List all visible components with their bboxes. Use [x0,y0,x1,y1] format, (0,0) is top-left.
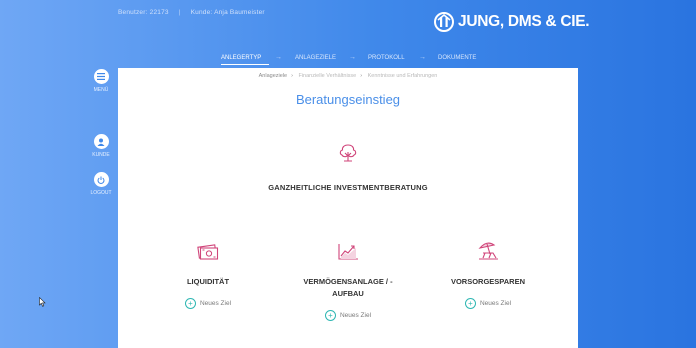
breadcrumb-item[interactable]: Kenntnisse und Erfahrungen [368,73,438,79]
plus-circle-icon: + [324,310,336,321]
menu-label: MENÜ [93,87,109,93]
card-vermoegensanlage[interactable]: VERMÖGENSANLAGE / - AUFBAU + Neues Ziel [273,236,423,321]
step-label: DOKUMENTE [438,55,477,61]
card-label: VORSORGESPAREN [450,277,526,286]
customer-button[interactable]: KUNDE [88,134,114,158]
plus-circle-icon: + [184,298,196,309]
menu-button[interactable]: MENÜ [88,69,114,93]
new-goal-label: Neues Ziel [479,300,512,307]
step-dokumente[interactable]: DOKUMENTE [438,55,476,61]
progress-steps: ANLEGERTYP → ANLAGEZIELE → PROTOKOLL → D… [0,54,696,65]
user-icon [93,134,109,149]
card-label: VERMÖGENSANLAGE / - AUFBAU [273,276,423,300]
new-goal-button[interactable]: + Neues Ziel [413,298,563,309]
breadcrumb-item[interactable]: Anlageziele [259,73,287,79]
chart-growth-icon [338,244,358,260]
breadcrumb: Anlageziele › Finanzielle Verhältnisse › K… [258,73,438,79]
plus-circle-icon: + [464,298,476,309]
card-vorsorgesparen[interactable]: VORSORGESPAREN + Neues Ziel [413,236,563,309]
card-liquiditaet[interactable]: LIQUIDITÄT + Neues Ziel [133,236,283,309]
company-logo: JUNG, DMS & CIE. [434,12,590,32]
logo-text: JUNG, DMS & CIE. [458,13,590,30]
step-label: ANLAGEZIELE [295,55,337,61]
logout-label: LOGOUT [90,190,112,196]
page-title: Beratungseinstieg [295,92,401,107]
new-goal-label: Neues Ziel [199,300,232,307]
card-label-line2: AUFBAU [332,289,364,298]
beach-chair-icon [478,242,498,260]
power-icon [93,172,109,187]
menu-icon [93,69,109,84]
main-panel: Anlageziele › Finanzielle Verhältnisse › K… [118,68,578,348]
user-id-label: Benutzer: 22173 [118,9,169,16]
logout-button[interactable]: LOGOUT [88,172,114,196]
card-label: LIQUIDITÄT [186,277,230,286]
arrow-right-icon: → [419,54,426,61]
customer-label: KUNDE [92,152,110,158]
active-step-underline [221,64,269,65]
new-goal-button[interactable]: + Neues Ziel [273,310,423,321]
new-goal-button[interactable]: + Neues Ziel [133,298,283,309]
main-topic-label[interactable]: GANZHEITLICHE INVESTMENTBERATUNG [118,183,578,192]
arrow-right-icon: → [349,54,356,61]
money-icon [197,244,219,260]
card-label-line1: VERMÖGENSANLAGE / - [303,277,393,286]
new-goal-label: Neues Ziel [339,312,372,319]
step-label: PROTOKOLL [368,55,405,61]
tree-icon [339,144,357,162]
separator: | [178,9,181,16]
step-anlegertyp[interactable]: ANLEGERTYP [221,55,261,61]
session-info: Benutzer: 22173 | Kunde: Anja Baumeister [118,9,273,16]
step-protokoll[interactable]: PROTOKOLL [368,55,405,61]
logo-mark-icon [434,12,454,32]
breadcrumb-item[interactable]: Finanzielle Verhältnisse [298,73,356,79]
customer-name-label: Kunde: Anja Baumeister [190,9,265,16]
mouse-cursor-icon [39,297,46,307]
step-label: ANLEGERTYP [221,55,262,61]
step-anlageziele[interactable]: ANLAGEZIELE [295,55,336,61]
arrow-right-icon: → [275,54,282,61]
